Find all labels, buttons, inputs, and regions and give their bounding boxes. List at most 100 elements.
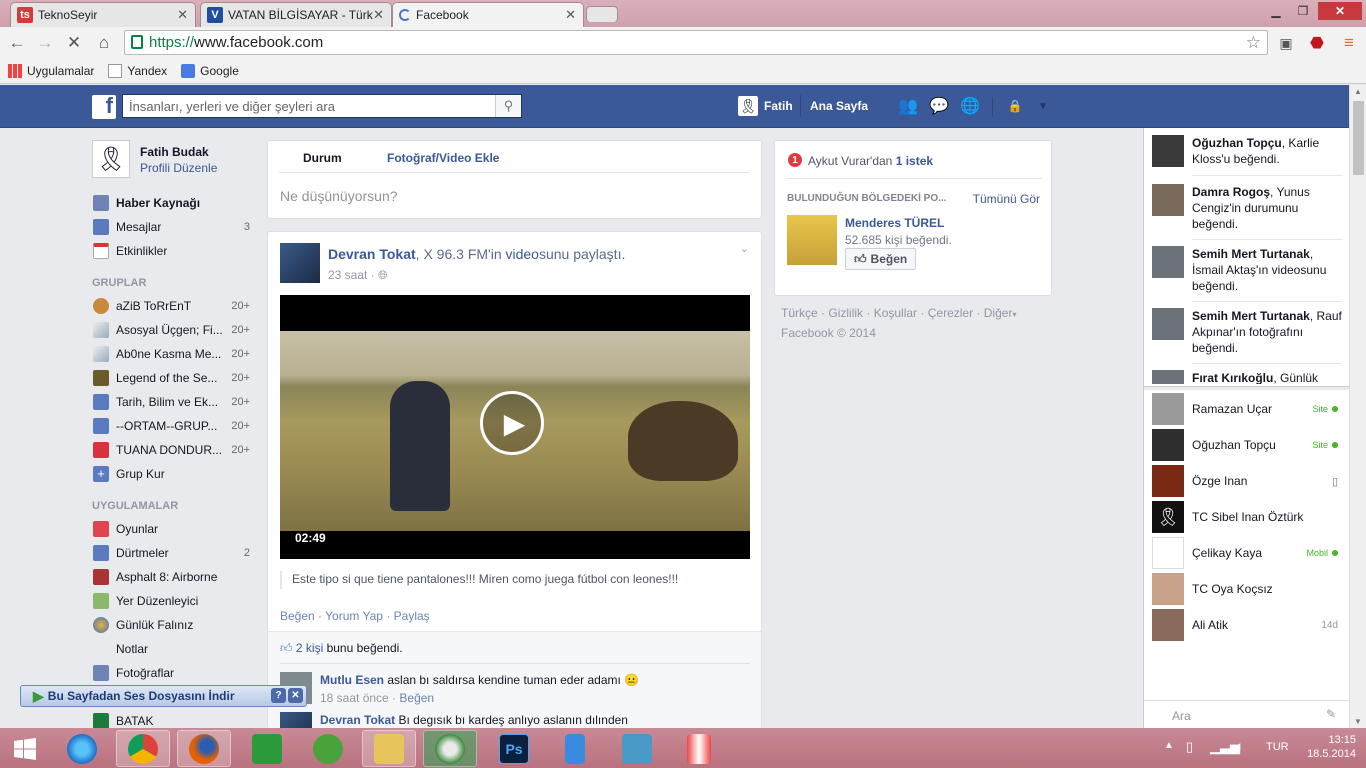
chat-friend[interactable]: 🎗 TC Sibel Inan Öztürk — [1152, 499, 1342, 535]
nav-app[interactable]: Notlar — [88, 637, 258, 661]
play-icon[interactable]: ▶ — [480, 391, 544, 455]
edit-profile-link[interactable]: Profili Düzenle — [140, 161, 217, 175]
volume-icon[interactable]: 🔈︎ — [1236, 738, 1244, 755]
video-player[interactable]: ▶ 02:49 — [280, 295, 750, 559]
close-icon[interactable]: ✕ — [288, 688, 303, 703]
footer-link[interactable]: Çerezler — [928, 306, 973, 320]
ticker-item[interactable]: Semih Mert Turtanak, İsmail Aktaş'ın vid… — [1152, 246, 1342, 294]
taskbar-battery-app[interactable] — [548, 730, 602, 767]
header-home-link[interactable]: Ana Sayfa — [810, 99, 868, 113]
restore-icon[interactable]: ❐ — [1290, 2, 1316, 20]
nav-group[interactable]: Tarih, Bilim ve Ek... 20+ — [88, 390, 258, 414]
profile-avatar-icon[interactable]: 🎗 — [738, 96, 758, 116]
taskbar-idm[interactable] — [423, 730, 477, 767]
nav-messages[interactable]: Mesajlar 3 — [88, 215, 258, 239]
footer-link[interactable]: Diğer — [984, 306, 1013, 320]
nav-group[interactable]: Asosyal Üçgen; Fi... 20+ — [88, 318, 258, 342]
nav-app[interactable]: Oyunlar — [88, 517, 258, 541]
compose-icon[interactable]: ✎ — [1326, 707, 1336, 721]
comment-time[interactable]: 18 saat önce — [320, 691, 389, 705]
footer-link[interactable]: Türkçe — [781, 306, 818, 320]
author-avatar[interactable] — [280, 243, 320, 283]
browser-tab-vatan[interactable]: V VATAN BİLGİSAYAR - Türk ✕ — [200, 2, 392, 27]
forward-icon[interactable]: → — [34, 32, 56, 54]
power-icon[interactable]: ▯ — [1186, 739, 1193, 755]
taskbar-explorer[interactable] — [362, 730, 416, 767]
show-hidden-icons[interactable]: ▲ — [1164, 740, 1174, 751]
taskbar-photoshop[interactable]: Ps — [487, 730, 541, 767]
bookmark-google[interactable]: Google — [181, 63, 239, 78]
nav-group[interactable]: Legend of the Se... 20+ — [88, 366, 258, 390]
page-scrollbar[interactable]: ▲ ▼ — [1349, 85, 1366, 728]
like-link[interactable]: Beğen — [280, 609, 315, 623]
tab-add-photo-video[interactable]: Fotoğraf/Video Ekle — [387, 151, 499, 165]
comment-like-link[interactable]: Beğen — [399, 691, 434, 705]
taskbar-utorrent[interactable] — [301, 730, 355, 767]
browser-tab-facebook[interactable]: Facebook ✕ — [392, 2, 584, 27]
scroll-down-icon[interactable]: ▼ — [1354, 717, 1362, 726]
commenter-avatar[interactable] — [280, 712, 312, 728]
chat-friend[interactable]: Ali Atik 14d — [1152, 607, 1342, 643]
chevron-down-icon[interactable]: ⌄ — [740, 242, 749, 255]
nav-app[interactable]: Fotoğraflar — [88, 661, 258, 685]
scroll-up-icon[interactable]: ▲ — [1354, 87, 1362, 96]
chat-friend[interactable]: Ramazan Uçar Site — [1152, 391, 1342, 427]
chevron-down-icon[interactable]: ▼ — [1032, 97, 1054, 115]
taskbar-store[interactable] — [240, 730, 294, 767]
footer-link[interactable]: Gizlilik — [828, 306, 863, 320]
start-button[interactable] — [0, 730, 50, 767]
page-avatar[interactable] — [787, 215, 837, 265]
ticker-item[interactable]: Semih Mert Turtanak, Rauf Akpınar'ın fot… — [1152, 308, 1342, 356]
search-input[interactable]: İnsanları, yerleri ve diğer şeyleri ara … — [122, 94, 522, 118]
nav-group[interactable]: --ORTAM--GRUP... 20+ — [88, 414, 258, 438]
minimize-icon[interactable]: ▁ — [1263, 2, 1289, 20]
close-icon[interactable]: ✕ — [177, 7, 188, 23]
extension-icon[interactable]: ▣ — [1275, 32, 1297, 54]
star-icon[interactable]: ☆ — [1246, 33, 1261, 53]
friend-requests-icon[interactable]: 👥 — [897, 97, 919, 115]
nav-news-feed[interactable]: Haber Kaynağı — [88, 191, 258, 215]
nav-events[interactable]: Etkinlikler — [88, 239, 258, 263]
address-bar[interactable]: https://www.facebook.com ☆ — [124, 30, 1268, 55]
share-link[interactable]: Paylaş — [394, 609, 430, 623]
story-timestamp[interactable]: 23 saat · 🌐︎ — [328, 268, 388, 283]
nav-app[interactable]: Yer Düzenleyici — [88, 589, 258, 613]
notifications-icon[interactable]: 🌐 — [959, 97, 981, 115]
search-icon[interactable]: ⚲ — [495, 95, 521, 117]
home-icon[interactable]: ⌂ — [93, 32, 115, 54]
status-input[interactable]: Ne düşünüyorsun? — [280, 188, 398, 204]
likers-link[interactable]: 2 kişi — [296, 641, 323, 655]
request-link[interactable]: 1 istek — [896, 154, 933, 168]
taskbar-firefox[interactable] — [177, 730, 231, 767]
chat-friend[interactable]: Oğuzhan Topçu Site — [1152, 427, 1342, 463]
back-icon[interactable]: ← — [6, 32, 28, 54]
chat-friend[interactable]: Özge Inan ▯ — [1152, 463, 1342, 499]
taskbar-media[interactable] — [672, 730, 726, 767]
menu-icon[interactable]: ≡ — [1338, 32, 1360, 54]
commenter-link[interactable]: Devran Tokat — [320, 713, 395, 727]
bookmark-yandex[interactable]: Yandex — [108, 63, 167, 78]
close-icon[interactable]: ✕ — [373, 7, 384, 23]
chat-search-box[interactable]: Ara ✎ — [1144, 700, 1350, 728]
page-name-link[interactable]: Menderes TÜREL — [845, 216, 944, 230]
story-text[interactable]: , X 96.3 FM — [416, 246, 488, 262]
help-icon[interactable]: ? — [271, 688, 286, 703]
chat-friend[interactable]: TC Oya Koçsız — [1152, 571, 1342, 607]
commenter-link[interactable]: Mutlu Esen — [320, 673, 384, 687]
profile-name[interactable]: Fatih Budak — [140, 145, 209, 159]
avatar[interactable]: 🎗 — [92, 140, 130, 178]
footer-link[interactable]: Koşullar — [874, 306, 917, 320]
author-link[interactable]: Devran Tokat — [328, 246, 416, 262]
new-tab-button[interactable] — [586, 6, 618, 22]
video-link[interactable]: video — [506, 246, 539, 262]
tab-status[interactable]: Durum — [303, 151, 342, 165]
bookmark-apps[interactable]: Uygulamalar — [8, 63, 94, 78]
privacy-lock-icon[interactable]: 🔒 — [1004, 97, 1026, 115]
ticker-item[interactable]: Fırat Kırıkoğlu, Günlük — [1152, 370, 1342, 384]
nav-group[interactable]: TUANA DONDUR... 20+ — [88, 438, 258, 462]
page-like-button[interactable]: 👍︎ Beğen — [845, 248, 917, 270]
language-indicator[interactable]: TUR — [1266, 741, 1289, 753]
adblock-icon[interactable]: ⬣ — [1306, 32, 1328, 54]
nav-app[interactable]: Günlük Falınız — [88, 613, 258, 637]
stop-icon[interactable]: ✕ — [63, 32, 85, 54]
